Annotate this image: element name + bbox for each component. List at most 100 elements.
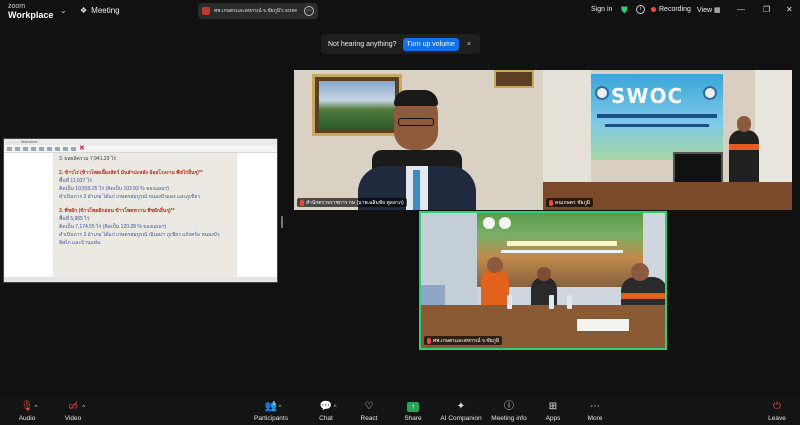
chevron-down-icon[interactable]: ⌄ (60, 6, 67, 15)
turn-up-volume-button[interactable]: Turn up volume (402, 37, 459, 51)
leave-label: Leave (768, 415, 786, 422)
water-bottle (549, 295, 554, 309)
ai-companion-button[interactable]: ✦ AI Companion (439, 401, 483, 422)
document (577, 319, 629, 331)
person (481, 269, 509, 309)
logo-icon (483, 217, 495, 229)
mic-muted-icon: 🎙 ^ (20, 401, 38, 412)
react-button[interactable]: ♡ React (347, 401, 391, 422)
participant-name: สำนักตรวจราชการ กษ (นายเฉลิมชัย พูลลาภ) (306, 199, 404, 206)
meeting-info-button[interactable]: ⓘ Meeting info (487, 401, 531, 422)
water-bottle (507, 295, 512, 309)
react-label: React (360, 415, 378, 422)
record-dot-icon (651, 7, 656, 12)
chevron-up-icon[interactable]: ^ (82, 402, 85, 414)
tool-icon (47, 146, 52, 151)
more-options-icon[interactable]: ⋯ (304, 6, 314, 16)
participant-name: คนเกษตร ชัยภูมิ (555, 199, 591, 206)
meeting-controls: 🎙 ^ Audio ▭̸ ^ Video 👥 5 ^ Participants 💬 ^ C… (0, 397, 800, 425)
share-label: Share (404, 415, 422, 422)
participants-button[interactable]: 👥 5 ^ Participants (249, 401, 293, 422)
swoc-banner: SWOC (591, 74, 723, 160)
close-notification-icon[interactable]: × (467, 41, 471, 48)
painting (312, 74, 402, 136)
more-icon: ⋯ (590, 401, 600, 412)
face (737, 116, 751, 132)
view-menu[interactable]: View ▦ (697, 6, 721, 14)
more-label: More (587, 415, 603, 422)
banner-text-line (597, 114, 717, 118)
apps-grid-icon: ⊞ (548, 401, 558, 412)
share-button[interactable]: ↑ Share (391, 401, 435, 422)
screen-share-indicator[interactable]: ศพ.เกษตรและสหกรณ์ จ.ชัยภูมิ's scree ⋯ (198, 3, 318, 19)
info-icon: ⓘ (504, 401, 514, 412)
shield-check-icon[interactable]: ⛊ (621, 5, 628, 16)
notification-message: Not hearing anything? (328, 40, 397, 48)
glasses (398, 118, 434, 126)
leave-button[interactable]: ⏻ Leave (755, 401, 799, 422)
chat-icon: 💬 ^ (319, 401, 337, 412)
mic-muted-icon (427, 337, 431, 344)
share-screen-icon (202, 7, 210, 15)
video-button[interactable]: ▭̸ ^ Video (51, 401, 95, 422)
banner-text-line (507, 241, 617, 246)
recording-label: Recording (659, 6, 691, 13)
participant-video (729, 116, 759, 182)
shared-screen[interactable]: ... - ... - IrfanView ✕ 3. ผลผลิตรวม 7,9… (3, 138, 278, 283)
video-off-icon: ▭̸ ^ (68, 401, 86, 412)
more-button[interactable]: ⋯ More (573, 401, 617, 422)
tool-icon (71, 146, 76, 151)
chevron-up-icon[interactable]: ^ (35, 402, 38, 414)
sign-in-link[interactable]: Sign in (591, 6, 612, 13)
audio-notification: Not hearing anything? Turn up volume × (321, 34, 480, 54)
heart-icon: ♡ (364, 401, 374, 412)
close-icon[interactable]: ✕ (786, 5, 793, 14)
shared-status-bar (4, 277, 277, 282)
restore-icon[interactable]: ❐ (763, 5, 770, 14)
document-line: 3. พืชผัก (ข้าวโพดฝักอ่อน ข้าวโพดหวาน พื… (59, 208, 175, 214)
vest-stripe (729, 144, 759, 150)
document-line: พื้นที่ 11,937 ไร่ (59, 178, 92, 184)
document-line: คิดเป็น 10,559.25 ไร่ (คิดเป็น 103.93 % … (59, 186, 169, 192)
chat-label: Chat (319, 415, 333, 422)
audio-button[interactable]: 🎙 ^ Audio (5, 401, 49, 422)
apps-button[interactable]: ⊞ Apps (531, 401, 575, 422)
info-icon[interactable]: i (636, 5, 645, 14)
banner-text-line (501, 250, 623, 253)
painting (494, 70, 534, 88)
document-line: 3. ผลผลิตรวม 7,941.23 ไร่ (59, 156, 117, 162)
top-bar: zoom Workplace ⌄ ❖ Meeting ศพ.เกษตรและสห… (0, 0, 800, 22)
video-tile[interactable]: SWOC คนเกษตร ชัยภูมิ (543, 70, 792, 210)
document-line: ดำเนินการ 3 อำเภอ ได้แก่ เกษตรสมบูรณ์ หน… (59, 194, 201, 200)
paw-icon: ❖ (80, 6, 88, 15)
meeting-info-label: Meeting info (491, 415, 527, 422)
recording-indicator[interactable]: Recording (651, 6, 691, 13)
chat-button[interactable]: 💬 ^ Chat (304, 401, 348, 422)
document-line: คิดเป็น 7,174.55 ไร่ (คิดเป็น 120.28 % ข… (59, 224, 167, 230)
zoom-logo: zoom Workplace (8, 2, 53, 20)
water-bottle (567, 295, 572, 309)
ai-companion-label: AI Companion (440, 415, 482, 422)
participant-name-tag: สำนักตรวจราชการ กษ (นายเฉลิมชัย พูลลาภ) (297, 198, 407, 207)
tool-icon (39, 146, 44, 151)
tie (413, 170, 420, 210)
participant-name: ศพ.เกษตรและสหกรณ์ จ.ชัยภูมิ (433, 337, 500, 344)
resize-handle[interactable] (281, 216, 283, 228)
chevron-up-icon[interactable]: ^ (334, 402, 337, 414)
video-tile[interactable]: สำนักตรวจราชการ กษ (นายเฉลิมชัย พูลลาภ) (294, 70, 543, 210)
tool-icon (23, 146, 28, 151)
meeting-menu[interactable]: ❖ Meeting (80, 6, 120, 15)
participant-name-tag: ศพ.เกษตรและสหกรณ์ จ.ชัยภูมิ (424, 336, 503, 345)
share-title: ศพ.เกษตรและสหกรณ์ จ.ชัยภูมิ's scree (214, 8, 298, 14)
logo-icon (703, 86, 717, 100)
video-label: Video (64, 415, 82, 422)
video-tile-active-speaker[interactable]: ศพ.เกษตรและสหกรณ์ จ.ชัยภูมิ (419, 211, 667, 350)
wall (755, 70, 792, 182)
logo-icon (595, 86, 609, 100)
tool-icon (7, 146, 12, 151)
apps-label: Apps (545, 415, 561, 422)
minimize-icon[interactable]: — (737, 5, 745, 14)
brand-name: Workplace (8, 10, 54, 20)
chevron-up-icon[interactable]: ^ (279, 402, 282, 414)
mic-muted-icon (300, 199, 304, 206)
